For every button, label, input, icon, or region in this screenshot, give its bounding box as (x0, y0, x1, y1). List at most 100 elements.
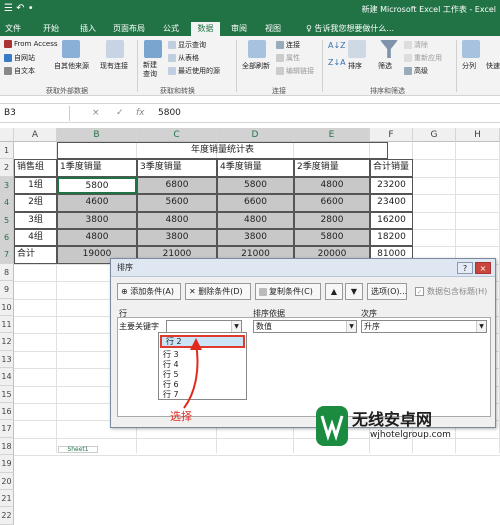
column-header[interactable]: G (413, 128, 456, 142)
table-cell[interactable]: 3800 (57, 211, 137, 229)
row-header[interactable]: 19 (0, 455, 14, 473)
row-header[interactable]: 6 (0, 229, 14, 247)
tab-formulas[interactable]: 公式 (157, 22, 185, 36)
table-cell[interactable]: 1季度销量 (57, 159, 137, 177)
column-header[interactable]: E (294, 128, 370, 142)
delete-level-button[interactable]: ✕ 删除条件(D) (185, 283, 251, 300)
formula-input[interactable]: 5800 (158, 106, 181, 121)
column-header[interactable]: H (456, 128, 500, 142)
table-cell[interactable]: 3800 (137, 229, 217, 247)
row-header[interactable]: 1 (0, 142, 14, 160)
table-cell[interactable]: 18200 (370, 229, 413, 247)
from-table-button[interactable]: 从表格 (168, 53, 199, 63)
table-cell[interactable]: 4600 (57, 194, 137, 212)
table-cell[interactable]: 合计销量 (370, 159, 413, 177)
row-header[interactable]: 8 (0, 263, 14, 282)
tab-insert[interactable]: 插入 (75, 22, 101, 36)
table-cell[interactable]: 4组 (14, 229, 57, 247)
existing-connections-button[interactable]: 现有连接 (100, 61, 128, 71)
row-header[interactable]: 17 (0, 420, 14, 438)
move-down-button[interactable]: ▼ (345, 283, 363, 300)
enter-icon[interactable]: ✓ (116, 106, 124, 121)
existing-connections-icon[interactable] (106, 40, 124, 58)
dropdown-option[interactable]: 行 3 (163, 350, 179, 360)
tab-view[interactable]: 视图 (259, 22, 287, 36)
dropdown-option[interactable]: 行 7 (163, 390, 179, 400)
table-cell[interactable]: 16200 (370, 211, 413, 229)
row-header[interactable]: 12 (0, 333, 14, 351)
clear-button[interactable]: 清除 (404, 40, 428, 50)
table-cell[interactable]: 2组 (14, 194, 57, 212)
table-cell[interactable]: 5800 (57, 176, 137, 195)
refresh-all-icon[interactable] (248, 40, 266, 58)
table-cell[interactable]: 2季度销量 (294, 159, 370, 177)
tab-page-layout[interactable]: 页面布局 (108, 22, 150, 36)
refresh-all-button[interactable]: 全部刷新 (242, 61, 270, 71)
tab-review[interactable]: 审阅 (226, 22, 252, 36)
from-web-button[interactable]: 自网站 (4, 53, 35, 63)
tell-me-box[interactable]: ♀ 告诉我您想要做什么... (306, 22, 394, 36)
table-cell[interactable]: 4800 (294, 176, 370, 195)
text-to-columns-button[interactable]: 分列 (462, 61, 476, 71)
row-header[interactable]: 15 (0, 385, 14, 403)
table-cell[interactable]: 2800 (294, 211, 370, 229)
row-header[interactable]: 4 (0, 194, 14, 212)
table-cell[interactable]: 6800 (137, 176, 217, 195)
row-header[interactable]: 5 (0, 211, 14, 229)
copy-level-button[interactable]: 复制条件(C) (255, 283, 321, 300)
select-all-corner[interactable] (0, 128, 14, 142)
table-cell[interactable]: 销售组 (14, 159, 57, 177)
table-cell[interactable]: 23400 (370, 194, 413, 212)
has-headers-checkbox[interactable]: ✓ (415, 287, 424, 296)
column-header[interactable]: B (57, 128, 137, 142)
sort-button[interactable]: 排序 (348, 61, 362, 71)
table-cell[interactable]: 合计 (14, 246, 57, 264)
table-cell[interactable]: 5800 (217, 176, 294, 195)
text-to-columns-icon[interactable] (462, 40, 480, 58)
dropdown-option[interactable]: 行 5 (163, 370, 179, 380)
properties-button[interactable]: 属性 (276, 53, 300, 63)
row-header[interactable]: 11 (0, 316, 14, 334)
reapply-button[interactable]: 重新应用 (404, 53, 442, 63)
row-header[interactable]: 7 (0, 246, 14, 264)
table-cell[interactable]: 3组 (14, 211, 57, 229)
from-access-button[interactable]: From Access (4, 40, 58, 48)
table-cell[interactable]: 6600 (294, 194, 370, 212)
column-header[interactable]: C (137, 128, 217, 142)
from-text-button[interactable]: 自文本 (4, 66, 35, 76)
row-header[interactable]: 2 (0, 159, 14, 177)
insert-function-icon[interactable]: fx (136, 106, 145, 121)
flash-fill-button[interactable]: 快速 (486, 61, 500, 71)
sort-on-select[interactable]: 数值 ▼ (253, 320, 357, 333)
connections-button[interactable]: 连接 (276, 40, 300, 50)
sort-za-icon[interactable]: Z↓A (328, 58, 346, 67)
row-header[interactable]: 20 (0, 472, 14, 490)
close-button[interactable]: × (475, 262, 491, 274)
sheet-title-cell[interactable]: 年度销量统计表 (57, 142, 388, 159)
table-cell[interactable]: 23200 (370, 176, 413, 195)
table-cell[interactable]: 4季度销量 (217, 159, 294, 177)
table-cell[interactable]: 3季度销量 (137, 159, 217, 177)
table-cell[interactable]: 4800 (137, 211, 217, 229)
row-header[interactable]: 22 (0, 507, 14, 525)
filter-button[interactable]: 筛选 (378, 61, 392, 71)
recent-sources-button[interactable]: 最近使用的源 (168, 66, 220, 76)
tab-data[interactable]: 数据 (191, 22, 220, 36)
new-query-button[interactable]: 新建 查询 (143, 61, 157, 79)
row-header[interactable]: 14 (0, 368, 14, 386)
sort-az-icon[interactable]: A↓Z (328, 41, 346, 50)
move-up-button[interactable]: ▲ (325, 283, 343, 300)
row-header[interactable]: 16 (0, 403, 14, 421)
table-cell[interactable]: 4800 (217, 211, 294, 229)
name-box[interactable]: B3 (0, 106, 70, 121)
options-button[interactable]: 选项(O)... (367, 283, 407, 300)
table-cell[interactable]: 4800 (57, 229, 137, 247)
table-cell[interactable]: 5800 (294, 229, 370, 247)
advanced-button[interactable]: 高级 (404, 66, 428, 76)
order-select[interactable]: 升序 ▼ (361, 320, 487, 333)
column-header[interactable]: F (370, 128, 413, 142)
sort-icon[interactable] (348, 40, 366, 58)
column-header[interactable]: D (217, 128, 294, 142)
row-header[interactable]: 13 (0, 350, 14, 369)
other-sources-icon[interactable] (62, 40, 80, 58)
